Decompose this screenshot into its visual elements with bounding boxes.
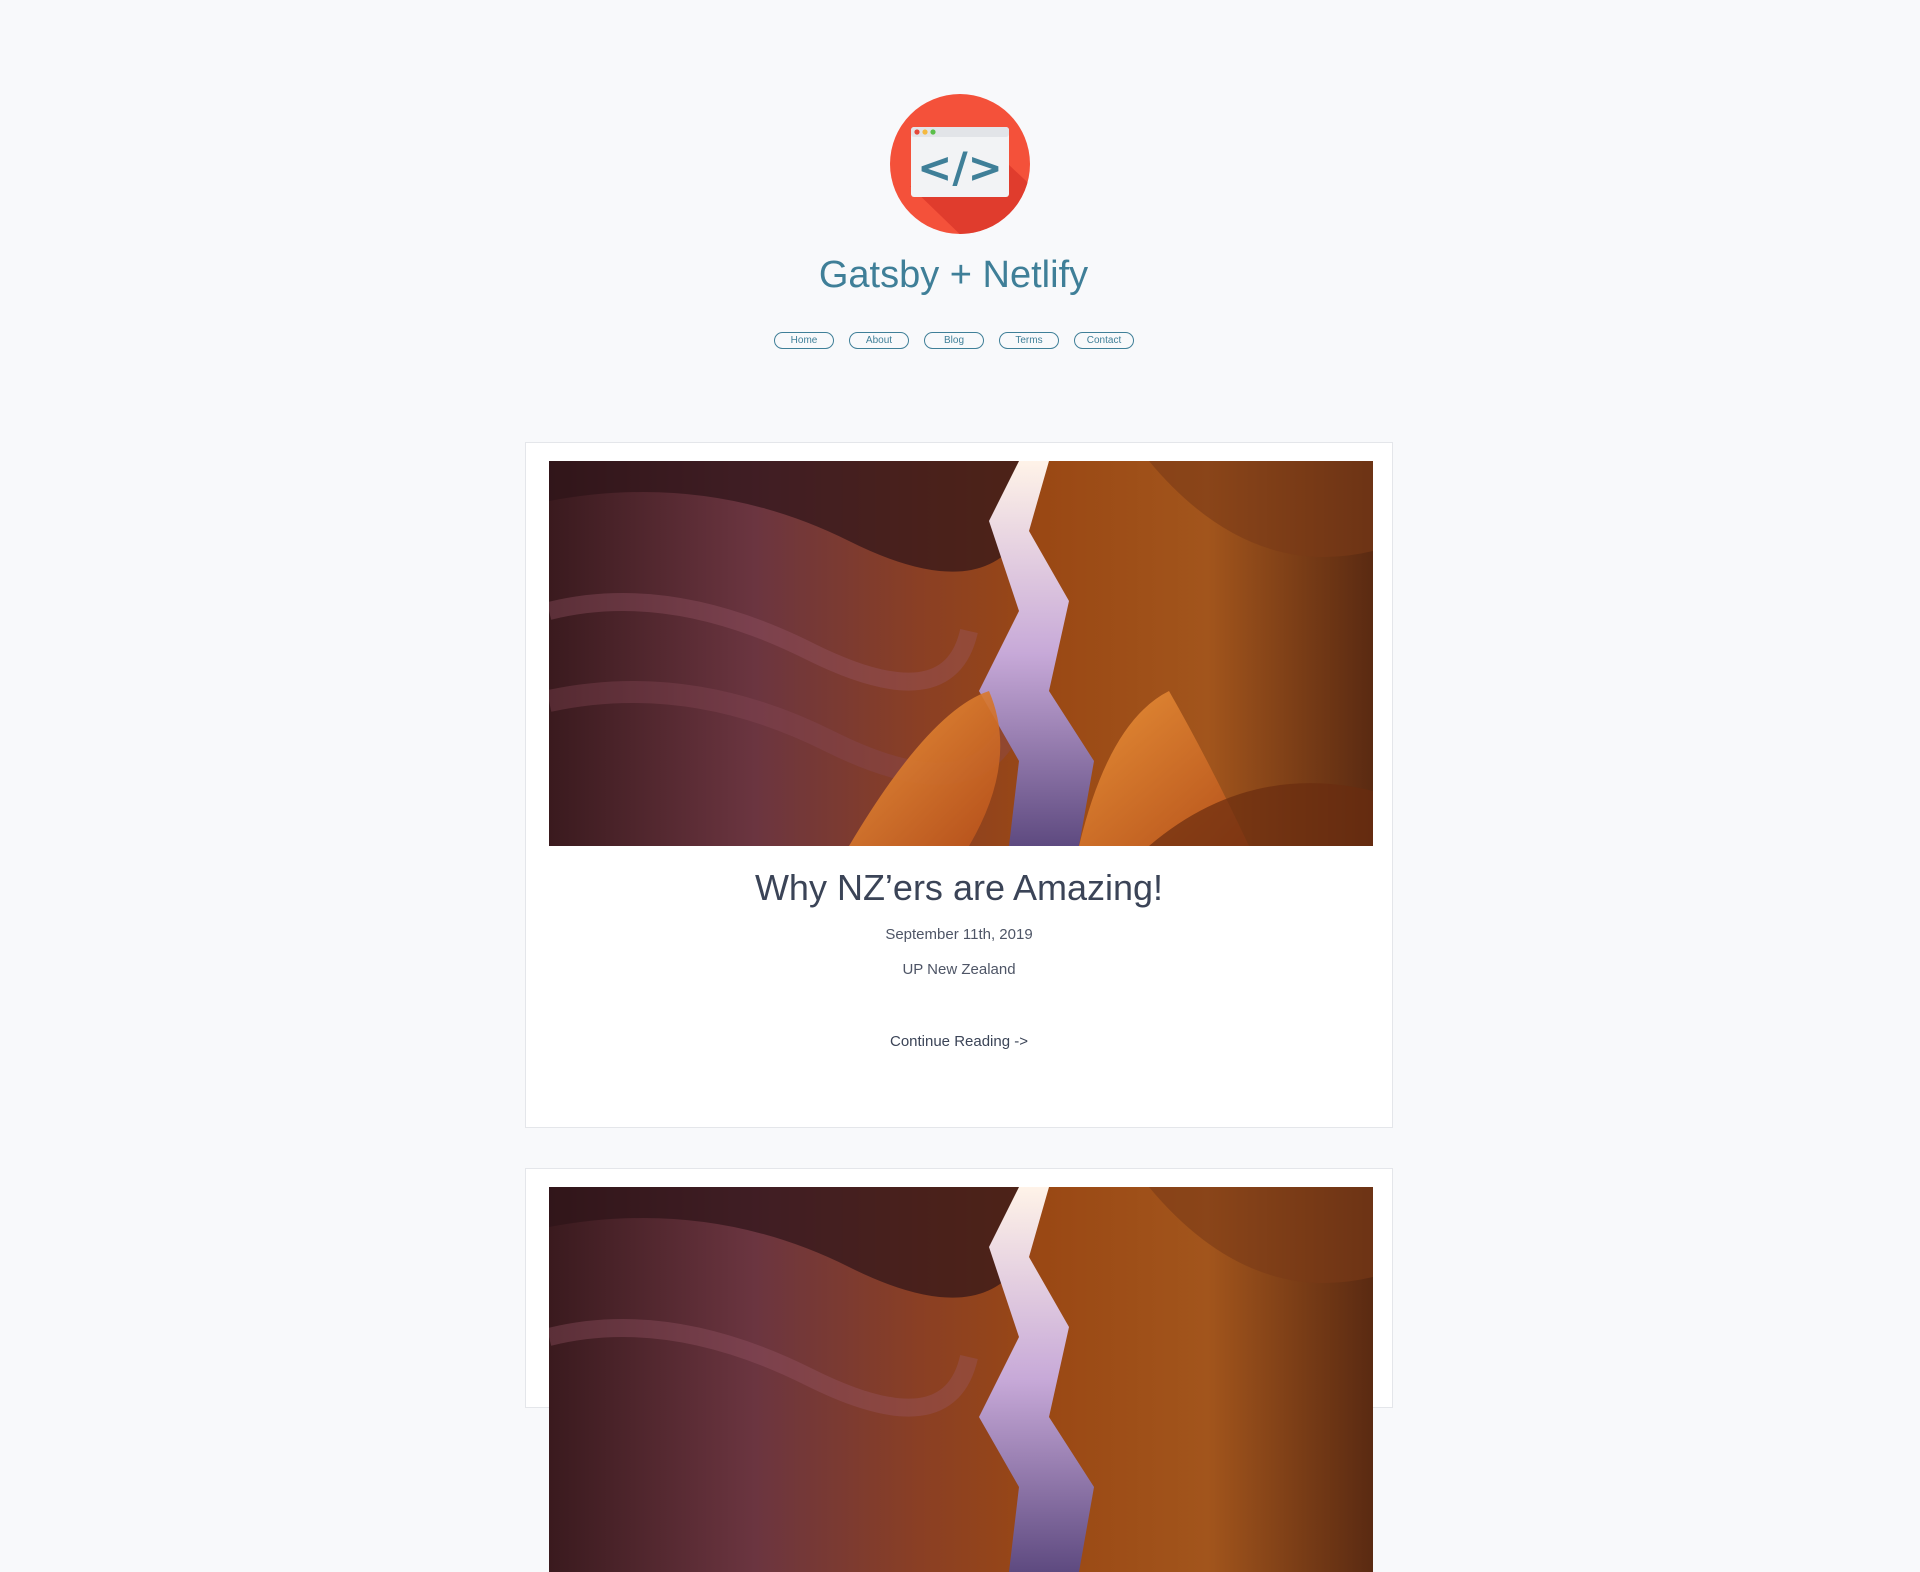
nav-blog-link[interactable]: Blog xyxy=(924,332,984,349)
post-date: September 11th, 2019 xyxy=(885,926,1033,943)
post-card xyxy=(525,1168,1393,1572)
post-hero-image[interactable] xyxy=(549,461,1373,846)
post-hero-image[interactable] xyxy=(549,1187,1373,1572)
nav-about-link[interactable]: About xyxy=(849,332,909,349)
continue-reading-link[interactable]: Continue Reading -> xyxy=(526,1033,1392,1050)
post-title[interactable]: Why NZ’ers are Amazing! xyxy=(526,867,1392,909)
nav-terms-link[interactable]: Terms xyxy=(999,332,1059,349)
nav-home-link[interactable]: Home xyxy=(774,332,834,349)
post-card: Why NZ’ers are Amazing! September 11th, … xyxy=(525,442,1393,1128)
code-browser-logo-icon[interactable]: </> xyxy=(890,94,1030,234)
site-title[interactable]: Gatsby + Netlify xyxy=(0,254,1907,297)
nav-contact-link[interactable]: Contact xyxy=(1074,332,1134,349)
main-nav: Home About Blog Terms Contact xyxy=(0,332,1920,349)
post-category: UP New Zealand xyxy=(902,961,1016,978)
svg-text:</>: </> xyxy=(917,143,1003,192)
